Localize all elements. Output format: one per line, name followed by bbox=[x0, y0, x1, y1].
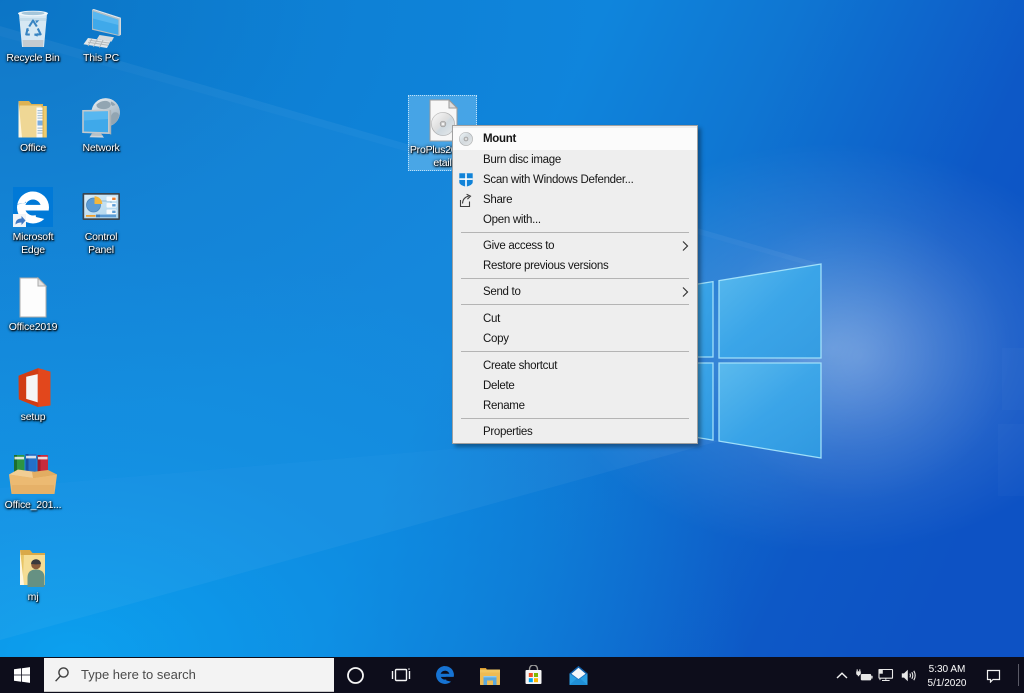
svg-text:5/1/2020: 5/1/2020 bbox=[928, 678, 967, 689]
svg-text:5:30 AM: 5:30 AM bbox=[929, 664, 966, 675]
